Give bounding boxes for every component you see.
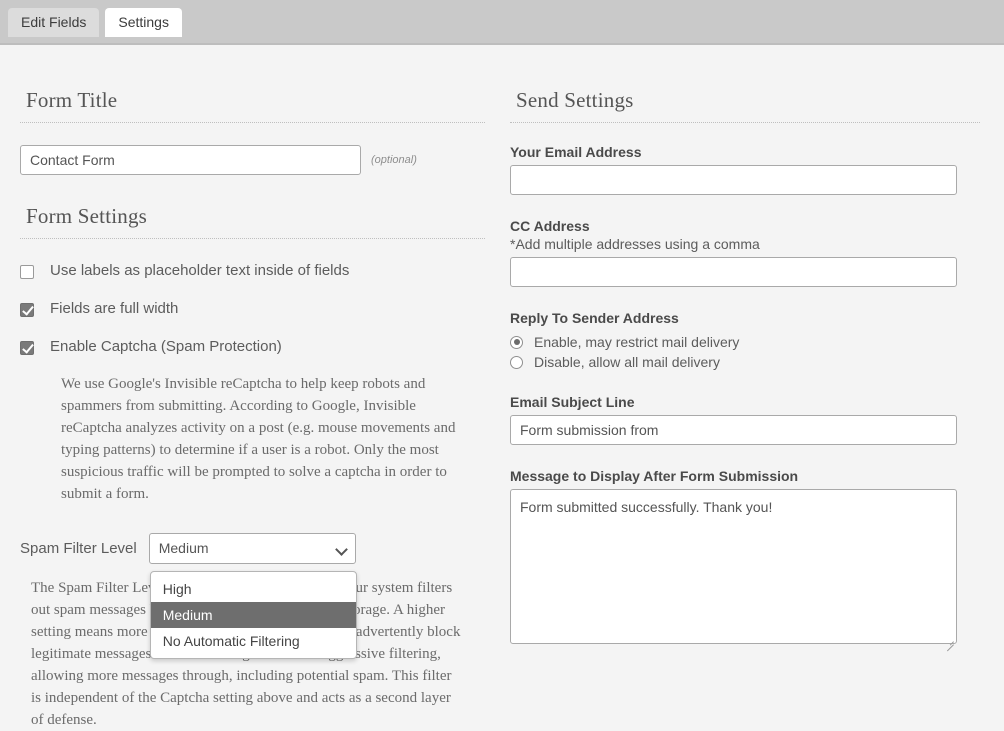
message-textarea[interactable]	[510, 489, 957, 644]
form-title-input[interactable]	[20, 145, 361, 175]
subject-line-label: Email Subject Line	[510, 394, 635, 410]
radio-reply-to-disable[interactable]: Disable, allow all mail delivery	[510, 353, 980, 371]
form-title-row: (optional)	[20, 145, 485, 175]
checkbox-label: Use labels as placeholder text inside of…	[50, 262, 350, 279]
dropdown-option-no-automatic-filtering[interactable]: No Automatic Filtering	[151, 628, 356, 654]
checkbox-fields-full-width[interactable]: Fields are full width	[20, 301, 485, 317]
checkbox-label: Fields are full width	[50, 300, 179, 317]
reply-to-label: Reply To Sender Address	[510, 310, 679, 326]
spam-filter-dropdown-list: High Medium No Automatic Filtering	[149, 571, 357, 659]
send-settings-divider	[510, 122, 980, 123]
subject-line-input[interactable]	[510, 415, 957, 445]
your-email-input[interactable]	[510, 165, 957, 195]
radio-unselected-icon[interactable]	[510, 355, 523, 369]
dropdown-option-high[interactable]: High	[151, 576, 356, 602]
form-settings-heading: Form Settings	[26, 204, 148, 228]
spam-filter-label: Spam Filter Level	[20, 540, 137, 557]
form-title-divider	[20, 122, 485, 123]
tab-bar: Edit Fields Settings	[0, 0, 1004, 45]
subject-line-group: Email Subject Line	[510, 394, 980, 445]
cc-address-group: CC Address *Add multiple addresses using…	[510, 218, 980, 287]
send-settings-heading: Send Settings	[516, 88, 634, 112]
captcha-help-text: We use Google's Invisible reCaptcha to h…	[61, 376, 456, 502]
form-title-optional-note: (optional)	[371, 154, 417, 166]
checkbox-box-unchecked-icon[interactable]	[20, 265, 34, 279]
right-column: Send Settings Your Email Address CC Addr…	[510, 45, 980, 652]
form-title-heading: Form Title	[26, 88, 118, 112]
reply-to-group: Reply To Sender Address Enable, may rest…	[510, 310, 980, 371]
checkbox-enable-captcha[interactable]: Enable Captcha (Spam Protection)	[20, 339, 485, 355]
cc-address-label: CC Address	[510, 218, 590, 234]
tab-settings[interactable]: Settings	[105, 8, 182, 37]
checkbox-use-labels-as-placeholder[interactable]: Use labels as placeholder text inside of…	[20, 263, 485, 279]
your-email-group: Your Email Address	[510, 144, 980, 195]
checkbox-box-checked-icon[interactable]	[20, 303, 34, 317]
your-email-label: Your Email Address	[510, 144, 642, 160]
form-settings-divider	[20, 238, 485, 239]
radio-label: Enable, may restrict mail delivery	[534, 334, 740, 350]
checkbox-label: Enable Captcha (Spam Protection)	[50, 338, 282, 355]
form-settings-checkbox-group: Use labels as placeholder text inside of…	[20, 263, 485, 505]
spam-filter-select[interactable]: Medium High Medium No Automatic Filterin…	[148, 533, 357, 659]
radio-reply-to-enable[interactable]: Enable, may restrict mail delivery	[510, 333, 980, 351]
settings-page: Form Title (optional) Form Settings Use …	[0, 45, 1004, 728]
message-label: Message to Display After Form Submission	[510, 468, 799, 484]
cc-address-sublabel: *Add multiple addresses using a comma	[510, 236, 760, 252]
cc-address-input[interactable]	[510, 257, 957, 287]
message-textarea-wrapper	[510, 489, 957, 652]
checkbox-box-checked-icon[interactable]	[20, 341, 34, 355]
message-group: Message to Display After Form Submission	[510, 468, 980, 652]
radio-label: Disable, allow all mail delivery	[534, 354, 720, 370]
radio-selected-icon[interactable]	[510, 335, 523, 349]
tab-edit-fields[interactable]: Edit Fields	[8, 8, 100, 37]
spam-filter-row: Spam Filter Level Medium High Medium No …	[20, 533, 485, 659]
dropdown-option-medium[interactable]: Medium	[150, 602, 356, 628]
left-column: Form Title (optional) Form Settings Use …	[20, 45, 485, 731]
spam-filter-selected-value: Medium	[158, 540, 209, 556]
chevron-down-icon	[334, 543, 348, 556]
